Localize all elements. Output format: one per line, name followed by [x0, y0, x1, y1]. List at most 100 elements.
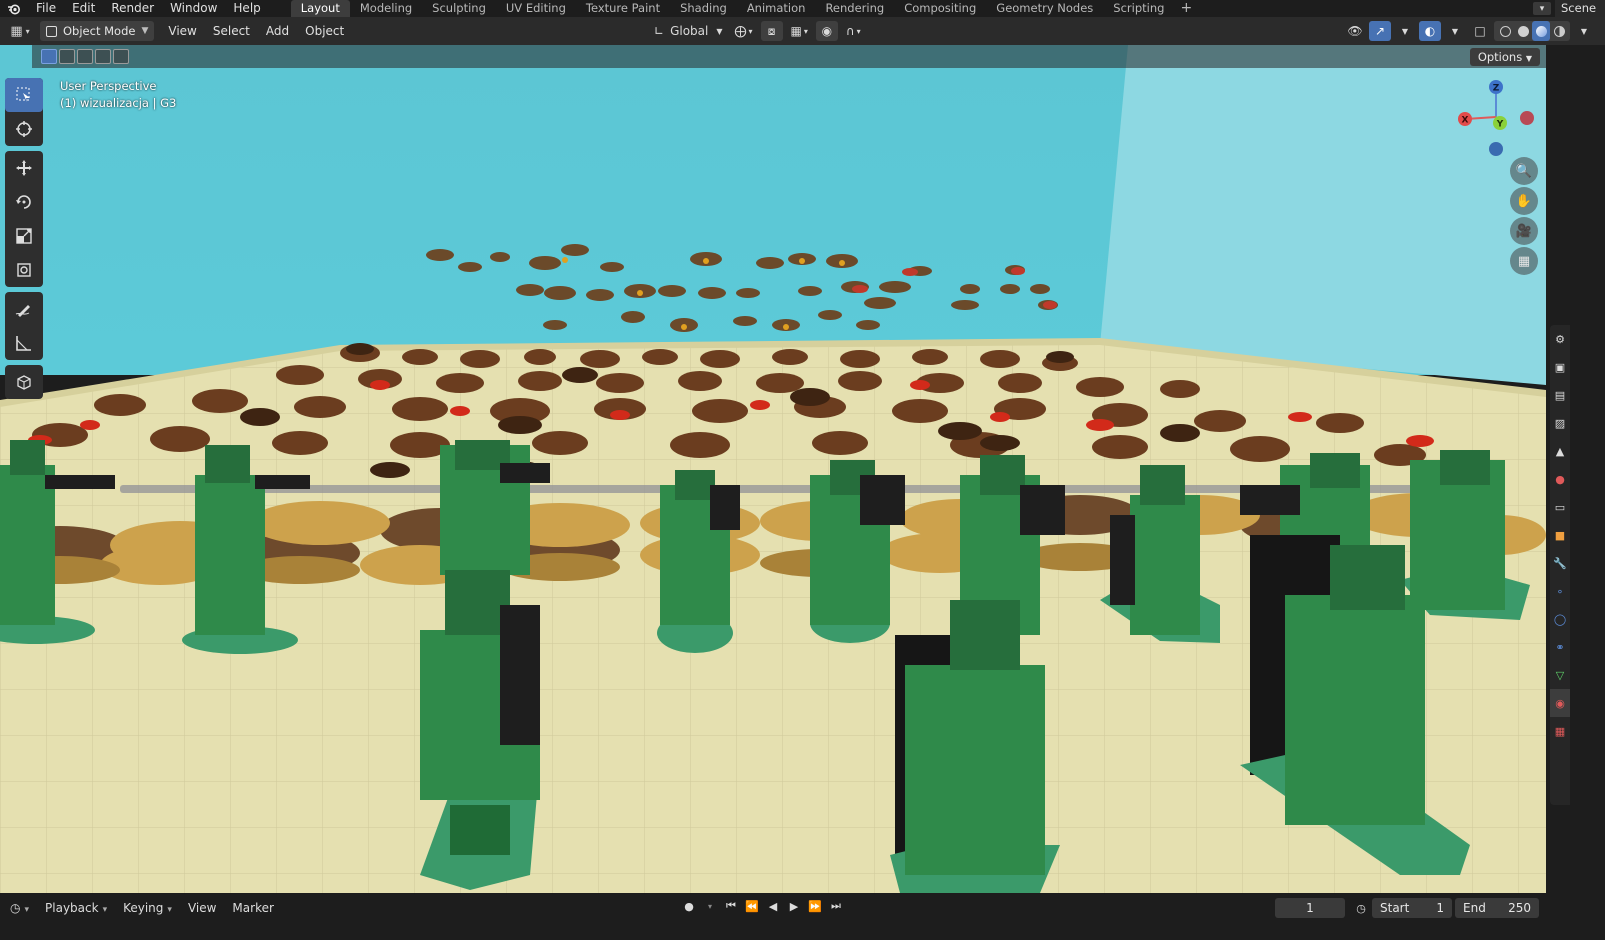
gizmo-dropdown-icon[interactable]: ▼	[1394, 21, 1416, 41]
jump-start-icon[interactable]: ⏮	[722, 897, 740, 915]
menu-playback[interactable]: Playback ▾	[37, 901, 115, 915]
scene-icon[interactable]: ▾	[1533, 2, 1551, 15]
menu-keying[interactable]: Keying ▾	[115, 901, 180, 915]
timeline-editor-type-icon[interactable]: ◷ ▾	[0, 901, 37, 915]
add-workspace-button[interactable]: +	[1174, 0, 1198, 17]
editor-type-icon[interactable]: ▦ ▾	[0, 20, 40, 42]
end-frame-field[interactable]: End 250	[1455, 898, 1539, 918]
render-properties-icon[interactable]: ▣	[1550, 353, 1570, 381]
start-frame-field[interactable]: Start 1	[1372, 898, 1452, 918]
scale-icon[interactable]	[5, 219, 43, 253]
gizmo-toggle-icon[interactable]: ↗	[1369, 21, 1391, 41]
navigation-gizmo[interactable]: Z X Y	[1454, 75, 1540, 161]
select-intersect-icon[interactable]	[113, 49, 129, 64]
data-properties-icon[interactable]: ▽	[1550, 661, 1570, 689]
record-icon[interactable]: ●	[680, 897, 698, 915]
tool-properties-icon[interactable]: ⚙	[1550, 325, 1570, 353]
menu-select[interactable]: Select	[205, 24, 258, 38]
tab-shading[interactable]: Shading	[670, 0, 737, 17]
proportional-edit-icon[interactable]: ◉	[815, 21, 838, 41]
menu-timeline-view[interactable]: View	[180, 901, 224, 915]
output-properties-icon[interactable]: ▤	[1550, 381, 1570, 409]
menu-add[interactable]: Add	[258, 24, 297, 38]
options-dropdown[interactable]: Options ▼	[1469, 48, 1540, 66]
solid-shading-icon[interactable]	[1514, 21, 1532, 41]
play-icon[interactable]: ▶	[785, 897, 803, 915]
add-cube-icon[interactable]	[5, 365, 43, 399]
move-icon[interactable]	[5, 151, 43, 185]
scene-properties-icon[interactable]: ▲	[1550, 437, 1570, 465]
play-reverse-icon[interactable]: ◀	[764, 897, 782, 915]
tab-compositing[interactable]: Compositing	[894, 0, 986, 17]
zoom-icon[interactable]: 🔍	[1510, 157, 1538, 185]
menu-file[interactable]: File	[28, 0, 64, 17]
menu-help[interactable]: Help	[225, 0, 268, 17]
constraints-properties-icon[interactable]: ⚭	[1550, 633, 1570, 661]
tab-layout[interactable]: Layout	[290, 0, 350, 17]
scene-name[interactable]: Scene	[1555, 0, 1605, 17]
tab-texture-paint[interactable]: Texture Paint	[576, 0, 670, 17]
wireframe-shading-icon[interactable]	[1496, 21, 1514, 41]
gizmo-neg-z[interactable]	[1489, 142, 1503, 156]
tab-animation[interactable]: Animation	[737, 0, 816, 17]
perspective-grid-icon[interactable]: ▦	[1510, 247, 1538, 275]
view-layer-icon[interactable]: ▨	[1550, 409, 1570, 437]
tab-rendering[interactable]: Rendering	[815, 0, 894, 17]
3d-viewport[interactable]: Options ▼ User Perspective (1) wizualiza…	[0, 45, 1546, 893]
select-invert-icon[interactable]	[95, 49, 111, 64]
pivot-point-icon[interactable]: ⨁ ▾	[731, 21, 757, 41]
world-properties-icon[interactable]: ●	[1550, 465, 1570, 493]
blender-logo-icon[interactable]	[0, 0, 28, 17]
rendered-shading-icon[interactable]	[1550, 21, 1568, 41]
snap-toggle-icon[interactable]: ⧇	[760, 21, 783, 41]
tab-scripting[interactable]: Scripting	[1103, 0, 1174, 17]
material-properties-icon[interactable]: ◉	[1550, 689, 1570, 717]
select-extend-icon[interactable]	[59, 49, 75, 64]
tab-modeling[interactable]: Modeling	[350, 0, 422, 17]
menu-object[interactable]: Object	[297, 24, 352, 38]
menu-render[interactable]: Render	[103, 0, 162, 17]
clock-icon[interactable]: ◷	[1352, 899, 1370, 917]
record-dropdown-icon[interactable]: ▾	[701, 897, 719, 915]
tab-sculpting[interactable]: Sculpting	[422, 0, 496, 17]
annotate-icon[interactable]	[5, 292, 43, 326]
select-new-icon[interactable]	[41, 49, 57, 64]
transform-icon[interactable]	[5, 253, 43, 287]
overlays-dropdown-icon[interactable]: ▼	[1444, 21, 1466, 41]
material-shading-icon[interactable]	[1532, 21, 1550, 41]
visibility-icon[interactable]: 👁	[1344, 21, 1366, 41]
texture-properties-icon[interactable]: ▦	[1550, 717, 1570, 745]
playback-label: Playback	[45, 901, 99, 915]
rotate-icon[interactable]	[5, 185, 43, 219]
menu-marker[interactable]: Marker	[224, 901, 281, 915]
falloff-icon[interactable]: ∩ ▾	[842, 21, 865, 41]
tab-uv-editing[interactable]: UV Editing	[496, 0, 576, 17]
menu-view[interactable]: View	[160, 24, 204, 38]
measure-icon[interactable]	[5, 326, 43, 360]
camera-icon[interactable]: 🎥	[1510, 217, 1538, 245]
end-label: End	[1463, 901, 1486, 915]
object-properties-icon[interactable]: ■	[1550, 521, 1570, 549]
physics-properties-icon[interactable]: ◯	[1550, 605, 1570, 633]
pan-hand-icon[interactable]: ✋	[1510, 187, 1538, 215]
xray-toggle-icon[interactable]: □	[1469, 21, 1491, 41]
prev-keyframe-icon[interactable]: ⏪	[743, 897, 761, 915]
tab-geometry-nodes[interactable]: Geometry Nodes	[986, 0, 1103, 17]
modifier-properties-icon[interactable]: 🔧	[1550, 549, 1570, 577]
mode-dropdown[interactable]: Object Mode ▼	[40, 21, 155, 41]
menu-edit[interactable]: Edit	[64, 0, 103, 17]
current-frame-field[interactable]: 1	[1275, 898, 1345, 918]
shading-dropdown-icon[interactable]: ▼	[1573, 21, 1595, 41]
gizmo-neg-x[interactable]	[1520, 111, 1534, 125]
cursor-icon[interactable]	[5, 112, 43, 146]
transform-orientation-dropdown[interactable]: ∟ Global ▼	[650, 21, 727, 41]
next-keyframe-icon[interactable]: ⏩	[806, 897, 824, 915]
snap-target-icon[interactable]: ▦ ▾	[787, 21, 812, 41]
overlays-toggle-icon[interactable]: ◐	[1419, 21, 1441, 41]
collection-properties-icon[interactable]: ▭	[1550, 493, 1570, 521]
jump-end-icon[interactable]: ⏭	[827, 897, 845, 915]
particles-properties-icon[interactable]: ∘	[1550, 577, 1570, 605]
menu-window[interactable]: Window	[162, 0, 225, 17]
select-subtract-icon[interactable]	[77, 49, 93, 64]
select-box-icon[interactable]	[5, 78, 43, 112]
